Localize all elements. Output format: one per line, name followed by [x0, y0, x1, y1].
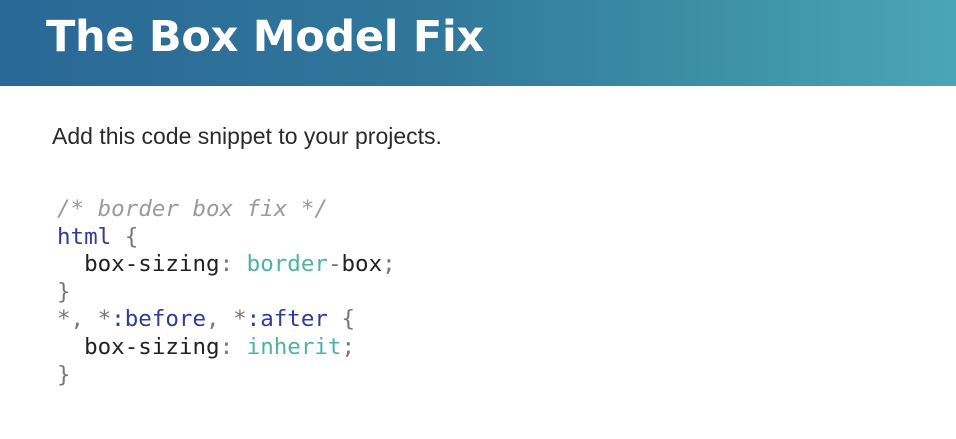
code-comma: , — [70, 306, 85, 333]
code-colon: : — [219, 251, 234, 278]
code-comma: , — [206, 306, 220, 333]
code-line-universal-close: } — [57, 362, 396, 390]
code-open-brace: { — [124, 223, 139, 250]
code-value-inherit: inherit — [246, 333, 342, 360]
slide-title: The Box Model Fix — [46, 12, 484, 62]
code-comment: /* border box fix */ — [57, 196, 328, 222]
code-semicolon: ; — [382, 251, 396, 278]
code-line-box-sizing-inherit: box-sizing: inherit; — [57, 334, 396, 362]
code-close-brace: } — [57, 361, 71, 388]
code-line-html-open: html { — [57, 224, 396, 252]
code-pseudo-after: :after — [246, 306, 328, 333]
code-selector-star: * — [57, 306, 71, 333]
code-pseudo-before: :before — [111, 306, 207, 333]
code-selector-star: * — [233, 306, 247, 333]
code-selector-star: * — [97, 306, 112, 333]
code-property: box-sizing — [84, 333, 220, 360]
code-close-brace: } — [57, 278, 71, 305]
code-value-box: box — [341, 251, 383, 278]
code-line-html-close: } — [57, 279, 396, 307]
code-colon: : — [219, 333, 234, 360]
code-property: box-sizing — [84, 251, 220, 278]
code-semicolon: ; — [341, 333, 356, 360]
code-line-box-sizing-border: box-sizing: border-box; — [57, 251, 396, 279]
title-bar: The Box Model Fix — [0, 0, 956, 86]
code-snippet: /* border box fix */ html { box-sizing: … — [57, 196, 396, 389]
code-open-brace: { — [341, 306, 356, 333]
code-value-dash: - — [327, 251, 342, 278]
code-value-border: border — [246, 251, 328, 278]
slide-subtitle: Add this code snippet to your projects. — [52, 123, 442, 149]
code-line-universal-open: *, *:before, *:after { — [57, 306, 396, 334]
code-selector-html: html — [57, 223, 112, 250]
code-line-comment: /* border box fix */ — [57, 196, 396, 224]
